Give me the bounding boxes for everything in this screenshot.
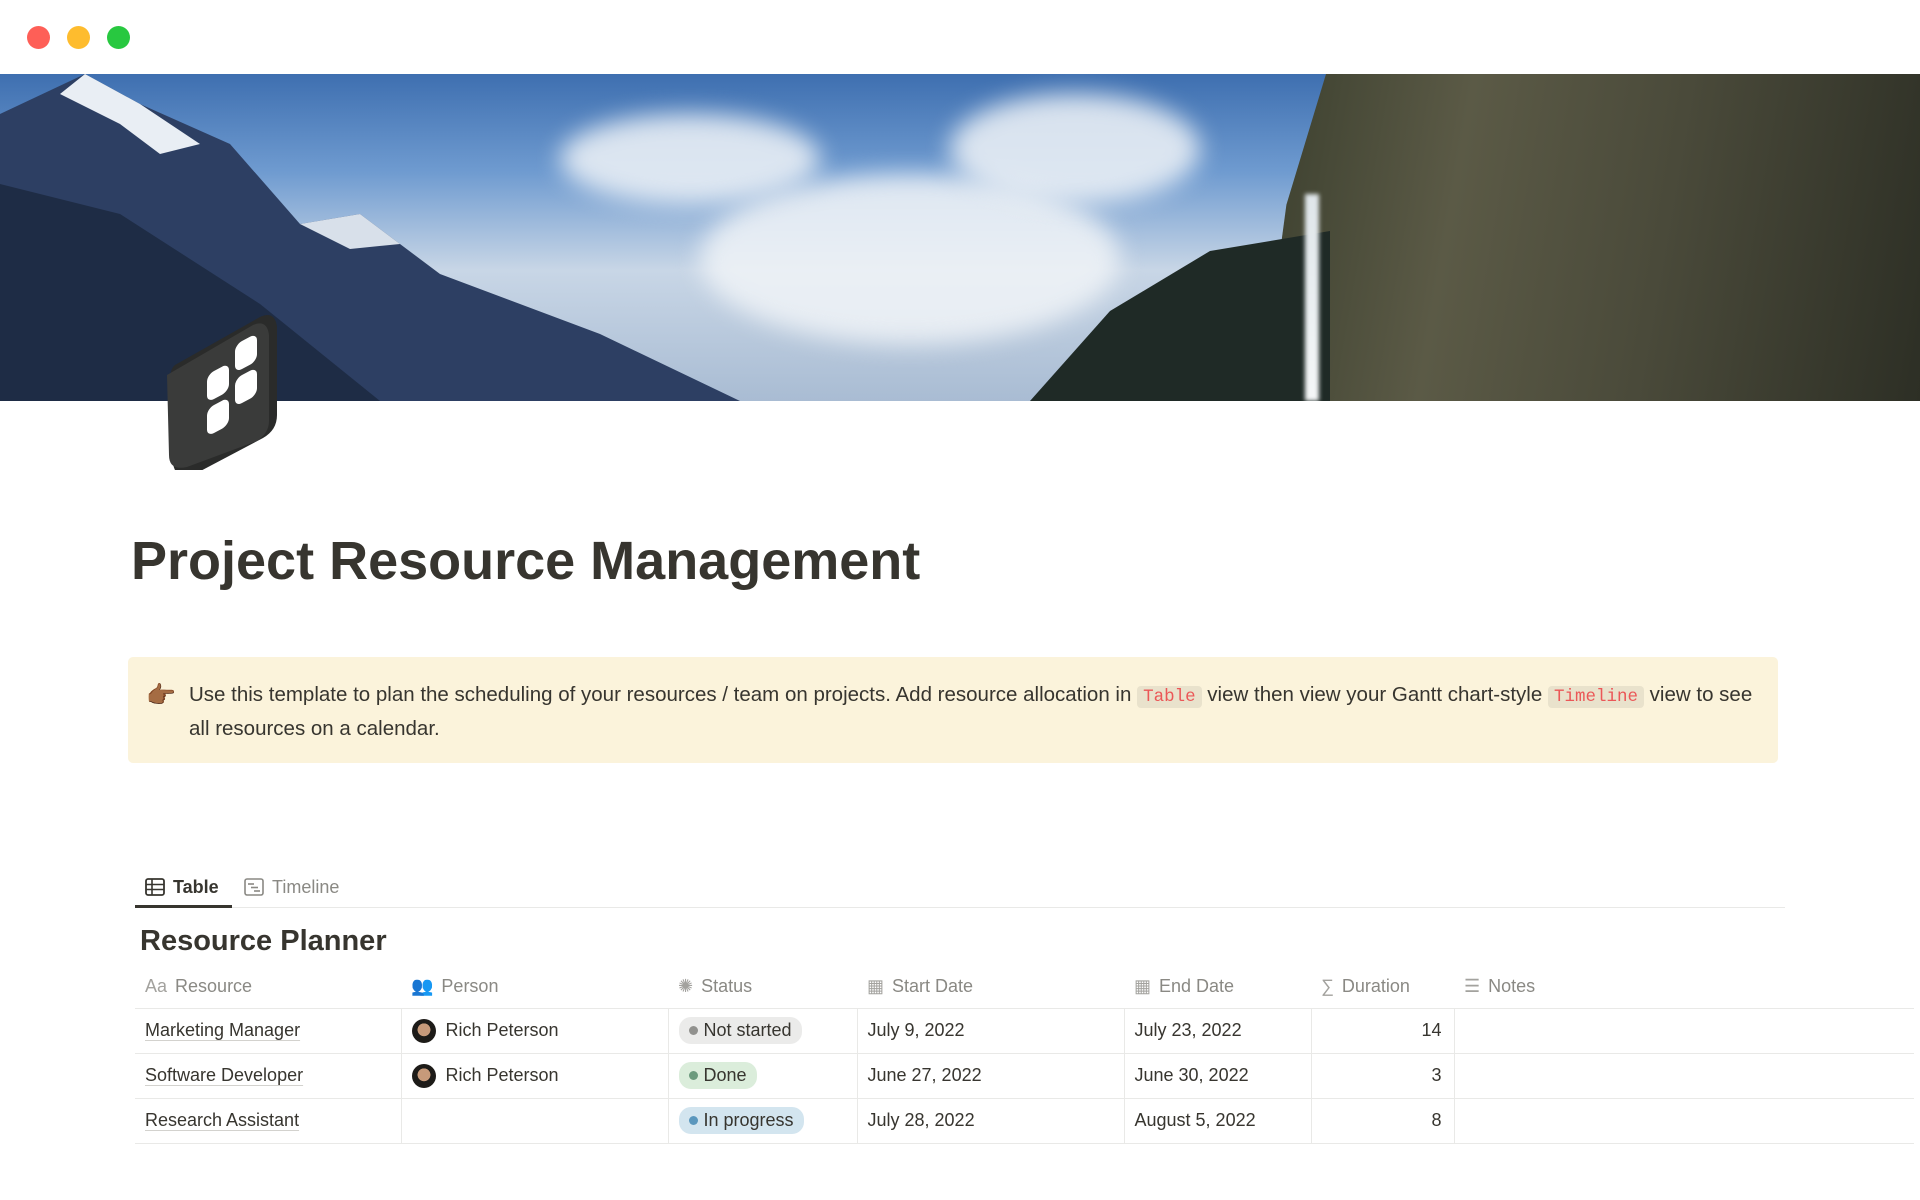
status-label: In progress bbox=[704, 1110, 794, 1131]
column-label: Status bbox=[701, 976, 752, 996]
status-badge: Not started bbox=[679, 1017, 802, 1044]
table-row[interactable]: Marketing Manager Rich Peterson Not star… bbox=[135, 1008, 1914, 1053]
cell-notes[interactable] bbox=[1454, 1053, 1914, 1098]
column-label: End Date bbox=[1159, 976, 1234, 996]
cell-duration: 14 bbox=[1311, 1008, 1454, 1053]
cell-end-date[interactable]: July 23, 2022 bbox=[1124, 1008, 1311, 1053]
timeline-icon bbox=[244, 878, 264, 896]
page-icon[interactable] bbox=[165, 305, 285, 470]
status-dot-icon bbox=[689, 1026, 698, 1035]
resource-title[interactable]: Software Developer bbox=[145, 1065, 303, 1085]
callout-text-part: view then view your Gantt chart-style bbox=[1202, 683, 1548, 706]
cell-resource[interactable]: Research Assistant bbox=[135, 1098, 401, 1143]
sigma-icon: ∑ bbox=[1321, 976, 1334, 996]
cell-start-date[interactable]: June 27, 2022 bbox=[857, 1053, 1124, 1098]
resource-title[interactable]: Research Assistant bbox=[145, 1110, 299, 1130]
pointing-hand-icon: 👉🏾 bbox=[146, 681, 176, 710]
column-label: Resource bbox=[175, 976, 252, 996]
column-label: Notes bbox=[1488, 976, 1535, 996]
callout-text: Use this template to plan the scheduling… bbox=[189, 679, 1759, 745]
cell-resource[interactable]: Software Developer bbox=[135, 1053, 401, 1098]
status-icon: ✺ bbox=[678, 976, 693, 996]
text-property-icon: Aa bbox=[145, 976, 167, 996]
table-row[interactable]: Research Assistant In progress July 28, … bbox=[135, 1098, 1914, 1143]
people-icon: 👥 bbox=[411, 976, 433, 996]
cell-duration: 8 bbox=[1311, 1098, 1454, 1143]
column-label: Duration bbox=[1342, 976, 1410, 996]
tab-label: Timeline bbox=[272, 877, 339, 898]
cell-person[interactable]: Rich Peterson bbox=[401, 1053, 668, 1098]
cell-status[interactable]: In progress bbox=[668, 1098, 857, 1143]
status-badge: Done bbox=[679, 1062, 757, 1089]
tab-table[interactable]: Table bbox=[145, 872, 219, 902]
tab-timeline[interactable]: Timeline bbox=[244, 872, 339, 902]
cell-person[interactable]: Rich Peterson bbox=[401, 1008, 668, 1053]
column-header-resource[interactable]: Aa Resource bbox=[135, 966, 401, 1008]
cell-end-date[interactable]: June 30, 2022 bbox=[1124, 1053, 1311, 1098]
cell-start-date[interactable]: July 28, 2022 bbox=[857, 1098, 1124, 1143]
person-name: Rich Peterson bbox=[446, 1064, 559, 1084]
cell-notes[interactable] bbox=[1454, 1008, 1914, 1053]
tab-label: Table bbox=[173, 877, 219, 898]
cover-image bbox=[0, 74, 1920, 401]
cell-person[interactable] bbox=[401, 1098, 668, 1143]
lines-icon: ☰ bbox=[1464, 976, 1480, 996]
cell-notes[interactable] bbox=[1454, 1098, 1914, 1143]
status-badge: In progress bbox=[679, 1107, 804, 1134]
cell-start-date[interactable]: July 9, 2022 bbox=[857, 1008, 1124, 1053]
window-maximize-button[interactable] bbox=[107, 26, 130, 49]
calendar-icon: ▦ bbox=[867, 976, 884, 996]
callout-block: 👉🏾 Use this template to plan the schedul… bbox=[128, 657, 1778, 763]
inline-code-table: Table bbox=[1137, 686, 1202, 708]
status-label: Done bbox=[704, 1065, 747, 1086]
table-icon bbox=[145, 878, 165, 896]
column-label: Start Date bbox=[892, 976, 973, 996]
column-label: Person bbox=[441, 976, 498, 996]
active-tab-indicator bbox=[135, 905, 232, 908]
window-minimize-button[interactable] bbox=[67, 26, 90, 49]
database-title[interactable]: Resource Planner bbox=[140, 925, 387, 958]
column-header-end-date[interactable]: ▦ End Date bbox=[1124, 966, 1311, 1008]
status-label: Not started bbox=[704, 1020, 792, 1041]
column-header-duration[interactable]: ∑ Duration bbox=[1311, 966, 1454, 1008]
window-close-button[interactable] bbox=[27, 26, 50, 49]
inline-code-timeline: Timeline bbox=[1548, 686, 1644, 708]
table-row[interactable]: Software Developer Rich Peterson Done Ju… bbox=[135, 1053, 1914, 1098]
avatar bbox=[412, 1019, 436, 1043]
cell-resource[interactable]: Marketing Manager bbox=[135, 1008, 401, 1053]
resource-title[interactable]: Marketing Manager bbox=[145, 1020, 300, 1040]
resource-table: Aa Resource 👥 Person ✺ Status ▦ Start Date ▦… bbox=[135, 966, 1914, 1144]
cell-end-date[interactable]: August 5, 2022 bbox=[1124, 1098, 1311, 1143]
status-dot-icon bbox=[689, 1071, 698, 1080]
cell-status[interactable]: Not started bbox=[668, 1008, 857, 1053]
person-name: Rich Peterson bbox=[446, 1019, 559, 1039]
avatar bbox=[412, 1064, 436, 1088]
view-tabs: Table Timeline bbox=[135, 870, 1785, 908]
column-header-status[interactable]: ✺ Status bbox=[668, 966, 857, 1008]
calendar-icon: ▦ bbox=[1134, 976, 1151, 996]
cell-status[interactable]: Done bbox=[668, 1053, 857, 1098]
callout-text-part: Use this template to plan the scheduling… bbox=[189, 683, 1137, 706]
cell-duration: 3 bbox=[1311, 1053, 1454, 1098]
column-header-start-date[interactable]: ▦ Start Date bbox=[857, 966, 1124, 1008]
column-header-person[interactable]: 👥 Person bbox=[401, 966, 668, 1008]
page-title: Project Resource Management bbox=[131, 530, 920, 592]
status-dot-icon bbox=[689, 1116, 698, 1125]
column-header-notes[interactable]: ☰ Notes bbox=[1454, 966, 1914, 1008]
